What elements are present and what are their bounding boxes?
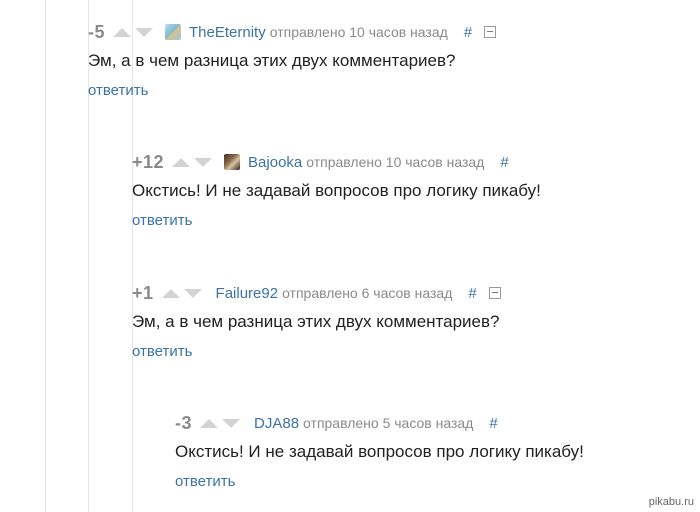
reply-link[interactable]: ответить — [132, 343, 192, 360]
comment-username[interactable]: DJA88 — [254, 415, 299, 432]
reply-link[interactable]: ответить — [175, 473, 235, 490]
watermark: pikabu.ru — [648, 496, 694, 508]
thread-rail — [45, 0, 46, 512]
downvote-arrow-icon[interactable] — [183, 288, 202, 298]
landscape-avatar-icon[interactable] — [165, 24, 182, 40]
reply-link[interactable]: ответить — [132, 212, 192, 229]
comment-permalink[interactable]: # — [464, 24, 472, 41]
upvote-arrow-icon[interactable] — [172, 157, 191, 167]
reply-link[interactable]: ответить — [88, 82, 148, 99]
comment-rating: +1 — [132, 282, 154, 303]
comment-rating: +12 — [132, 151, 165, 172]
comment-header: +1 Failure92 отправлено 6 часов назад # — [132, 282, 501, 304]
vote-controls — [161, 288, 202, 298]
vote-controls — [200, 418, 241, 428]
downvote-arrow-icon[interactable] — [194, 157, 213, 167]
collapse-thread-icon[interactable] — [484, 26, 497, 38]
comment-header: +12 Bajooka отправлено 10 часов назад # — [132, 151, 509, 173]
downvote-arrow-icon[interactable] — [222, 418, 241, 428]
upvote-arrow-icon[interactable] — [113, 27, 132, 37]
comment-timestamp: отправлено 10 часов назад — [269, 24, 448, 40]
thread-rail — [88, 0, 89, 512]
downvote-arrow-icon[interactable] — [135, 27, 154, 37]
comment-permalink[interactable]: # — [500, 154, 508, 171]
comment-rating: -5 — [88, 21, 106, 42]
vote-controls — [113, 27, 154, 37]
comment-username[interactable]: Bajooka — [248, 154, 302, 171]
comment-rating: -3 — [175, 412, 193, 433]
comment-text: Окстись! И не задавай вопросов про логик… — [175, 442, 584, 461]
comment-text: Окстись! И не задавай вопросов про логик… — [132, 181, 541, 200]
upvote-arrow-icon[interactable] — [200, 418, 219, 428]
thread-rail — [132, 0, 133, 512]
upvote-arrow-icon[interactable] — [161, 288, 180, 298]
comment-timestamp: отправлено 5 часов назад — [303, 415, 474, 431]
comment-text: Эм, а в чем разница этих двух комментари… — [132, 312, 500, 331]
vote-controls — [172, 157, 213, 167]
comment-text: Эм, а в чем разница этих двух комментари… — [88, 51, 456, 70]
collapse-thread-icon[interactable] — [488, 287, 501, 299]
portrait-avatar-icon[interactable] — [224, 154, 241, 170]
comment-header: -5 TheEternity отправлено 10 часов назад… — [88, 21, 497, 43]
comment-timestamp: отправлено 6 часов назад — [282, 285, 453, 301]
comment-timestamp: отправлено 10 часов назад — [306, 154, 485, 170]
comment-permalink[interactable]: # — [489, 415, 497, 432]
comment-permalink[interactable]: # — [468, 285, 476, 302]
comment-username[interactable]: TheEternity — [189, 24, 266, 41]
comment-header: -3 DJA88 отправлено 5 часов назад # — [175, 412, 498, 434]
comment-username[interactable]: Failure92 — [216, 285, 279, 302]
